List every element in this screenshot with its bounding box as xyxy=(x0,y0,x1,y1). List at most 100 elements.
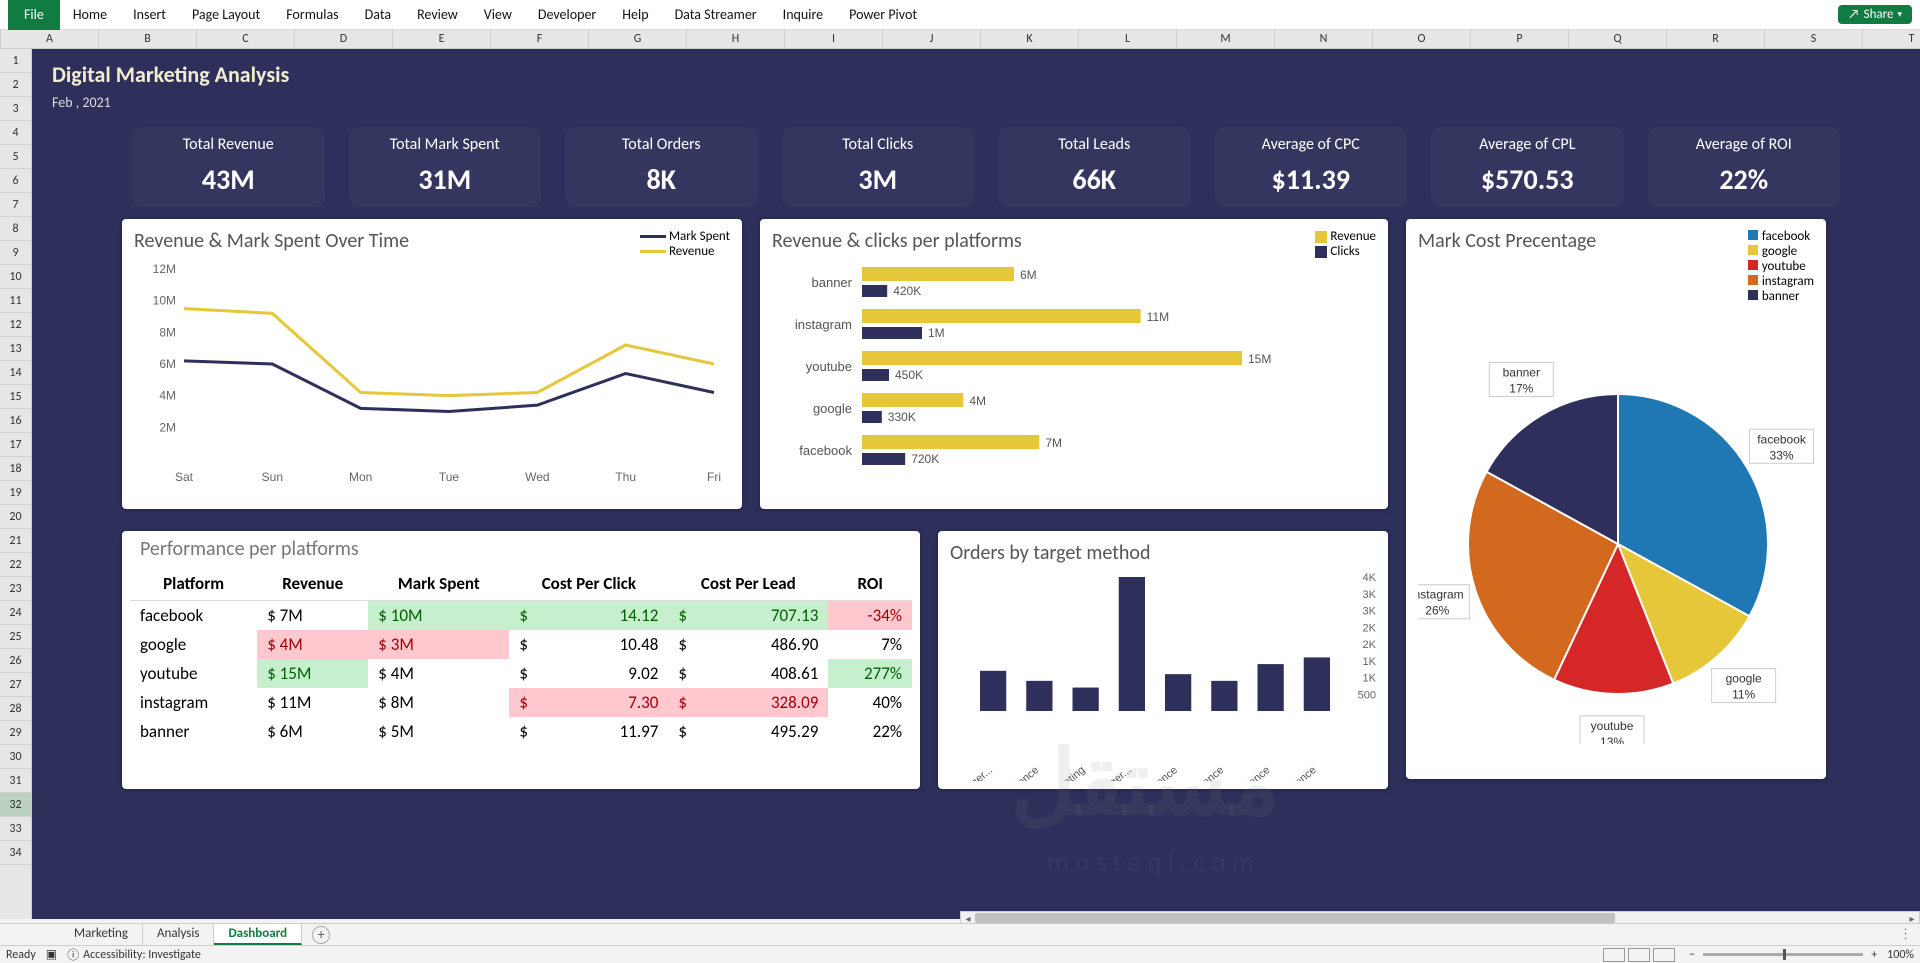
ribbon-tab-insert[interactable]: Insert xyxy=(120,0,179,30)
row-header-24[interactable]: 24 xyxy=(0,601,31,625)
tab-scroll-handle-icon[interactable]: ⋮ xyxy=(1899,927,1912,942)
col-header-P[interactable]: P xyxy=(1471,30,1569,48)
table-row[interactable]: google $ 4M $ 3M $10.48 $486.90 7% xyxy=(130,630,912,659)
row-header-23[interactable]: 23 xyxy=(0,577,31,601)
row-header-3[interactable]: 3 xyxy=(0,97,31,121)
ribbon-tab-data[interactable]: Data xyxy=(352,0,404,30)
ribbon-tab-data-streamer[interactable]: Data Streamer xyxy=(662,0,770,30)
row-header-5[interactable]: 5 xyxy=(0,145,31,169)
row-header-17[interactable]: 17 xyxy=(0,433,31,457)
view-page-layout-button[interactable] xyxy=(1628,948,1650,962)
svg-text:17%: 17% xyxy=(1509,381,1533,395)
row-header-6[interactable]: 6 xyxy=(0,169,31,193)
row-header-19[interactable]: 19 xyxy=(0,481,31,505)
row-header-16[interactable]: 16 xyxy=(0,409,31,433)
row-header-9[interactable]: 9 xyxy=(0,241,31,265)
kpi-card-average-of-roi[interactable]: Average of ROI 22% xyxy=(1648,127,1841,207)
col-header-F[interactable]: F xyxy=(491,30,589,48)
col-header-B[interactable]: B xyxy=(99,30,197,48)
col-header-K[interactable]: K xyxy=(981,30,1079,48)
row-header-7[interactable]: 7 xyxy=(0,193,31,217)
ribbon-tab-home[interactable]: Home xyxy=(60,0,120,30)
col-header-A[interactable]: A xyxy=(1,30,99,48)
row-header-25[interactable]: 25 xyxy=(0,625,31,649)
row-header-11[interactable]: 11 xyxy=(0,289,31,313)
row-header-15[interactable]: 15 xyxy=(0,385,31,409)
ribbon-tab-formulas[interactable]: Formulas xyxy=(273,0,351,30)
row-header-13[interactable]: 13 xyxy=(0,337,31,361)
analysis[interactable]: Analysis xyxy=(143,924,214,945)
accessibility-icon[interactable]: ⓘ xyxy=(67,946,79,963)
ribbon-tab-inquire[interactable]: Inquire xyxy=(770,0,836,30)
zoom-in-button[interactable]: + xyxy=(1871,948,1877,962)
col-header-C[interactable]: C xyxy=(197,30,295,48)
share-button[interactable]: ↗ Share ▾ xyxy=(1838,5,1912,24)
kpi-card-average-of-cpc[interactable]: Average of CPC $11.39 xyxy=(1215,127,1408,207)
chart-orders-by-target[interactable]: Orders by target method 5001K1K2K2K3K3K4… xyxy=(938,531,1388,789)
row-header-2[interactable]: 2 xyxy=(0,73,31,97)
row-header-32[interactable]: 32 xyxy=(0,793,31,817)
scroll-thumb[interactable] xyxy=(975,913,1615,923)
table-row[interactable]: youtube $ 15M $ 4M $9.02 $408.61 277% xyxy=(130,659,912,688)
table-row[interactable]: facebook $ 7M $ 10M $14.12 $707.13 -34% xyxy=(130,601,912,631)
row-header-21[interactable]: 21 xyxy=(0,529,31,553)
kpi-card-total-leads[interactable]: Total Leads 66K xyxy=(998,127,1191,207)
view-page-break-button[interactable] xyxy=(1653,948,1675,962)
table-row[interactable]: instagram $ 11M $ 8M $7.30 $328.09 40% xyxy=(130,688,912,717)
col-header-Q[interactable]: Q xyxy=(1569,30,1667,48)
col-header-T[interactable]: T xyxy=(1863,30,1920,48)
kpi-card-total-mark-spent[interactable]: Total Mark Spent 31M xyxy=(349,127,542,207)
row-header-28[interactable]: 28 xyxy=(0,697,31,721)
row-header-12[interactable]: 12 xyxy=(0,313,31,337)
col-header-D[interactable]: D xyxy=(295,30,393,48)
col-header-L[interactable]: L xyxy=(1079,30,1177,48)
col-header-G[interactable]: G xyxy=(589,30,687,48)
col-header-I[interactable]: I xyxy=(785,30,883,48)
zoom-out-button[interactable]: − xyxy=(1689,948,1695,962)
row-header-20[interactable]: 20 xyxy=(0,505,31,529)
col-header-R[interactable]: R xyxy=(1667,30,1765,48)
col-header-M[interactable]: M xyxy=(1177,30,1275,48)
view-normal-button[interactable] xyxy=(1603,948,1625,962)
performance-table-panel[interactable]: Performance per platforms PlatformRevenu… xyxy=(122,531,920,789)
row-header-30[interactable]: 30 xyxy=(0,745,31,769)
row-header-34[interactable]: 34 xyxy=(0,841,31,865)
table-row[interactable]: banner $ 6M $ 5M $11.97 $495.29 22% xyxy=(130,717,912,746)
ribbon-tab-page-layout[interactable]: Page Layout xyxy=(179,0,273,30)
ribbon-tab-view[interactable]: View xyxy=(471,0,525,30)
row-header-31[interactable]: 31 xyxy=(0,769,31,793)
ribbon-tab-file[interactable]: File xyxy=(8,0,60,30)
row-header-8[interactable]: 8 xyxy=(0,217,31,241)
row-header-1[interactable]: 1 xyxy=(0,49,31,73)
kpi-card-average-of-cpl[interactable]: Average of CPL $570.53 xyxy=(1431,127,1624,207)
zoom-slider[interactable] xyxy=(1703,953,1863,956)
col-header-J[interactable]: J xyxy=(883,30,981,48)
col-header-O[interactable]: O xyxy=(1373,30,1471,48)
kpi-card-total-orders[interactable]: Total Orders 8K xyxy=(565,127,758,207)
col-header-N[interactable]: N xyxy=(1275,30,1373,48)
row-header-22[interactable]: 22 xyxy=(0,553,31,577)
kpi-card-total-clicks[interactable]: Total Clicks 3M xyxy=(782,127,975,207)
col-header-S[interactable]: S xyxy=(1765,30,1863,48)
ribbon-tab-help[interactable]: Help xyxy=(609,0,661,30)
col-header-E[interactable]: E xyxy=(393,30,491,48)
row-header-29[interactable]: 29 xyxy=(0,721,31,745)
row-header-33[interactable]: 33 xyxy=(0,817,31,841)
marketing[interactable]: Marketing xyxy=(60,924,143,945)
col-header-H[interactable]: H xyxy=(687,30,785,48)
chart-revenue-spent-over-time[interactable]: Revenue & Mark Spent Over Time Mark Spen… xyxy=(122,219,742,509)
row-header-27[interactable]: 27 xyxy=(0,673,31,697)
row-header-18[interactable]: 18 xyxy=(0,457,31,481)
row-header-26[interactable]: 26 xyxy=(0,649,31,673)
dashboard[interactable]: Dashboard xyxy=(214,924,302,945)
chart-revenue-clicks-per-platform[interactable]: Revenue & clicks per platforms Revenue C… xyxy=(760,219,1388,509)
kpi-card-total-revenue[interactable]: Total Revenue 43M xyxy=(132,127,325,207)
ribbon-tab-developer[interactable]: Developer xyxy=(525,0,609,30)
ribbon-tab-power-pivot[interactable]: Power Pivot xyxy=(836,0,930,30)
row-header-4[interactable]: 4 xyxy=(0,121,31,145)
row-header-10[interactable]: 10 xyxy=(0,265,31,289)
ribbon-tab-review[interactable]: Review xyxy=(404,0,471,30)
add-sheet-button[interactable]: + xyxy=(312,926,330,944)
row-header-14[interactable]: 14 xyxy=(0,361,31,385)
macro-record-icon[interactable]: ▣ xyxy=(46,947,57,962)
